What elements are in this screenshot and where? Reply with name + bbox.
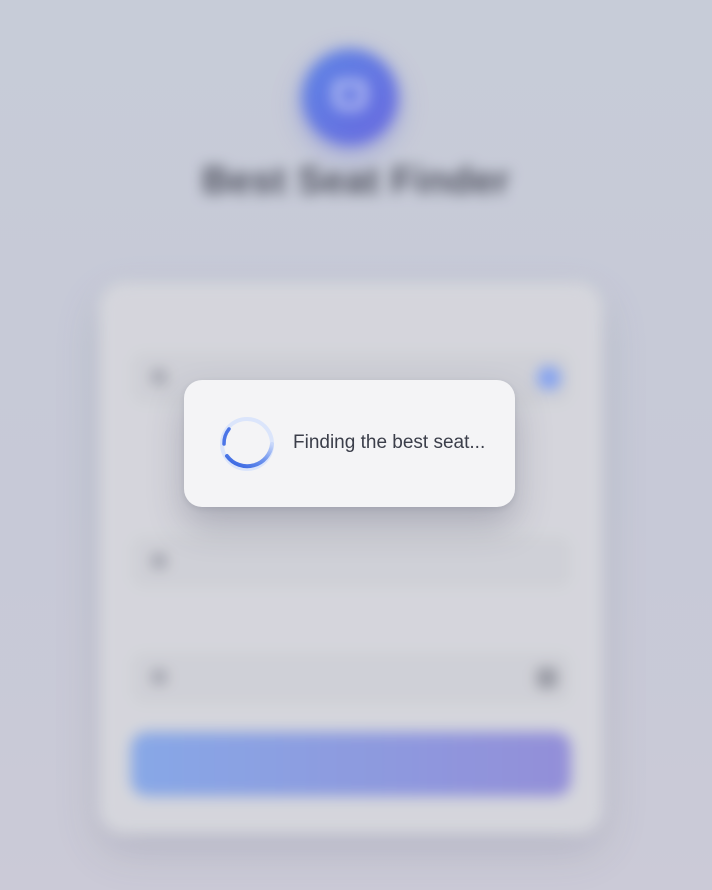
loading-spinner-icon (220, 417, 274, 471)
loading-message: Finding the best seat... (293, 432, 486, 453)
loading-dialog: Finding the best seat... (184, 380, 515, 507)
